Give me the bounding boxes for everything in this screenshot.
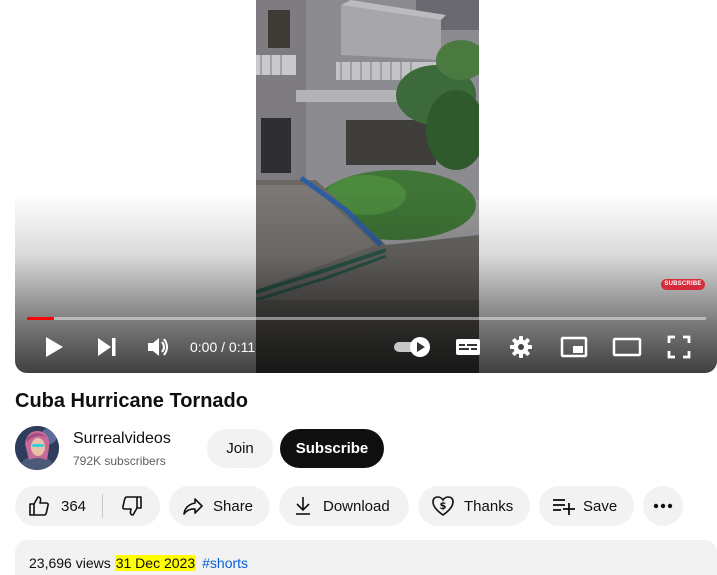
channel-avatar[interactable] [15, 426, 59, 470]
dislike-button[interactable] [103, 486, 160, 526]
settings-button[interactable] [506, 333, 536, 361]
thumbs-up-icon [29, 496, 49, 516]
thanks-label: Thanks [464, 497, 514, 515]
mute-button[interactable] [143, 333, 173, 361]
miniplayer-button[interactable] [558, 333, 590, 361]
volume-icon [148, 338, 168, 356]
autoplay-toggle[interactable] [391, 333, 433, 361]
video-player[interactable]: SUBSCRIBE 0:00 / 0:11 [15, 0, 717, 373]
playlist-add-icon [553, 499, 575, 515]
captions-icon [456, 339, 480, 355]
subscribe-label: Subscribe [295, 440, 369, 457]
fullscreen-icon [667, 335, 691, 359]
thumbs-down-icon [121, 496, 142, 516]
like-button[interactable]: 364 [15, 486, 102, 526]
play-icon [46, 337, 63, 357]
next-button[interactable] [92, 333, 122, 361]
more-actions-button[interactable] [643, 486, 683, 526]
thanks-button[interactable]: $ Thanks [418, 486, 530, 526]
like-count: 364 [61, 497, 87, 515]
share-label: Share [213, 497, 254, 515]
progress-bar[interactable] [27, 317, 706, 320]
subscriber-count: 792K subscribers [73, 454, 166, 468]
subscribe-watermark[interactable]: SUBSCRIBE [661, 279, 705, 290]
autoplay-toggle-icon [394, 337, 430, 357]
join-button[interactable]: Join [207, 429, 273, 468]
more-horizontal-icon [653, 503, 673, 509]
miniplayer-icon [560, 336, 588, 358]
share-arrow-icon [183, 498, 203, 515]
svg-text:$: $ [440, 501, 447, 512]
next-icon [98, 338, 116, 356]
download-icon [296, 497, 310, 515]
theater-icon [612, 337, 642, 357]
player-controls: 0:00 / 0:11 [15, 325, 717, 369]
play-button[interactable] [39, 333, 69, 361]
hashtag-link[interactable]: #shorts [202, 555, 248, 571]
description-meta: 23,696 views 31 Dec 2023 #shorts [29, 554, 248, 572]
view-count: 23,696 views [29, 555, 111, 571]
share-button[interactable]: Share [169, 486, 270, 526]
save-button[interactable]: Save [539, 486, 634, 526]
captions-button[interactable] [453, 333, 483, 361]
avatar-image [15, 426, 59, 470]
subscribe-button[interactable]: Subscribe [280, 429, 384, 468]
download-button[interactable]: Download [279, 486, 409, 526]
download-label: Download [323, 497, 390, 515]
heart-dollar-icon: $ [432, 496, 454, 516]
progress-bar-played [27, 317, 55, 320]
time-display: 0:00 / 0:11 [190, 339, 256, 355]
save-label: Save [583, 497, 618, 515]
video-title: Cuba Hurricane Tornado [15, 390, 248, 412]
theater-mode-button[interactable] [611, 333, 643, 361]
join-label: Join [226, 440, 254, 457]
gear-icon [510, 336, 532, 358]
upload-date: 31 Dec 2023 [114, 555, 197, 571]
description-box[interactable]: 23,696 views 31 Dec 2023 #shorts [15, 540, 717, 575]
channel-name[interactable]: Surrealvideos [73, 429, 171, 449]
like-dislike-group: 364 [15, 486, 160, 526]
fullscreen-button[interactable] [664, 333, 694, 361]
